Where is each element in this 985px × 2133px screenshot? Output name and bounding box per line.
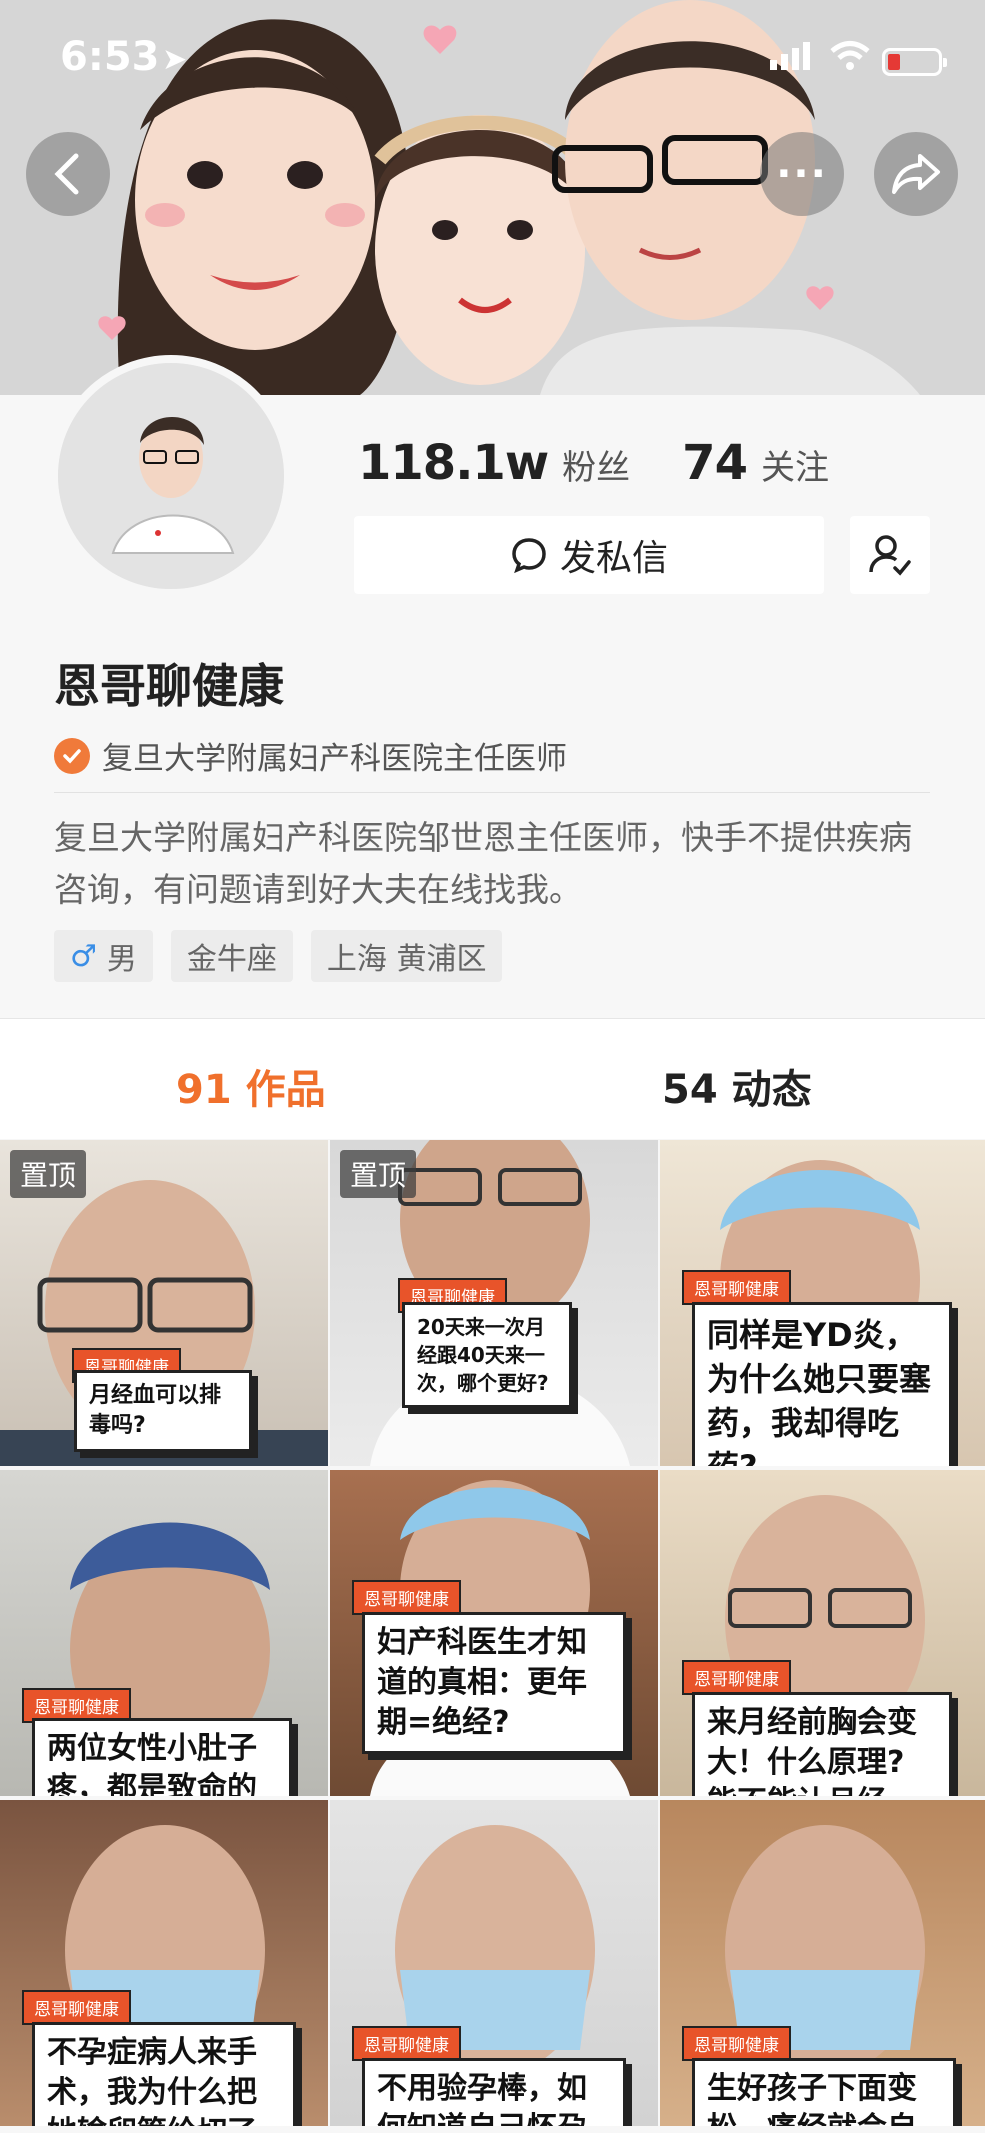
posts-count: 54 (662, 1067, 718, 1113)
share-button[interactable] (874, 132, 958, 216)
gender-label: 男 (106, 942, 137, 977)
channel-ribbon: 恩哥聊健康 (352, 1580, 461, 1615)
wifi-icon (830, 41, 870, 70)
channel-ribbon: 恩哥聊健康 (682, 1270, 791, 1305)
profile-stats: 118.1w 粉丝 74 关注 (358, 435, 881, 491)
channel-ribbon: 恩哥聊健康 (682, 1660, 791, 1695)
verification-row: 复旦大学附属妇产科医院主任医师 (54, 733, 567, 778)
profile-page: 6:53 ➤ ··· 118.1w 粉丝 74 关注 发私信 恩哥聊健康 复旦大… (0, 0, 985, 2133)
share-icon (892, 154, 940, 194)
video-title: 不孕症病人来手术，我为什么把她输卵管给切了 (32, 2022, 296, 2126)
pinned-badge: 置顶 (10, 1150, 87, 1198)
video-title: 同样是YD炎，为什么她只要塞药，我却得吃药? (692, 1302, 952, 1466)
status-time: 6:53 (60, 34, 160, 80)
video-thumbnail[interactable]: 恩哥聊健康 两位女性小肚子疼，都是致命的 (0, 1470, 328, 1796)
verified-icon (54, 737, 90, 774)
more-button[interactable]: ··· (760, 132, 844, 216)
back-button[interactable] (26, 132, 110, 216)
video-title: 月经血可以排毒吗? (74, 1370, 252, 1452)
profile-name: 恩哥聊健康 (54, 659, 284, 713)
avatar[interactable] (50, 355, 292, 597)
video-thumbnail[interactable]: 恩哥聊健康 生好孩子下面变松，痛经就会自 (660, 1800, 985, 2126)
cellular-signal-icon (770, 42, 810, 70)
works-label: 作品 (245, 1067, 326, 1113)
followers-label[interactable]: 粉丝 (562, 440, 630, 489)
video-title: 两位女性小肚子疼，都是致命的 (32, 1718, 292, 1796)
send-message-label: 发私信 (559, 538, 668, 579)
posts-label: 动态 (731, 1067, 812, 1113)
gender-tag: ♂ 男 (54, 930, 153, 982)
chevron-left-icon (54, 153, 79, 195)
channel-ribbon: 恩哥聊健康 (352, 2026, 461, 2061)
video-thumbnail[interactable]: 恩哥聊健康 妇产科医生才知道的真相：更年期=绝经? (330, 1470, 658, 1796)
profile-bio: 复旦大学附属妇产科医院邹世恩主任医师，快手不提供疾病咨询，有问题请到好大夫在线找… (54, 818, 912, 909)
content-tabs: 91 作品 54 动态 (0, 1019, 985, 1139)
video-title: 20天来一次月经跟40天来一次，哪个更好? (402, 1302, 572, 1408)
divider (54, 792, 930, 793)
tab-works[interactable]: 91 作品 (176, 1057, 326, 1115)
video-thumbnail[interactable]: 置顶 恩哥聊健康 月经血可以排毒吗? (0, 1140, 328, 1466)
video-thumbnail[interactable]: 恩哥聊健康 不用验孕棒，如何知道自己怀孕 (330, 1800, 658, 2126)
works-count: 91 (176, 1067, 232, 1113)
location-tag: 上海 黄浦区 (310, 930, 503, 982)
video-thumbnail[interactable]: 恩哥聊健康 同样是YD炎，为什么她只要塞药，我却得吃药? (660, 1140, 985, 1466)
battery-icon (882, 48, 947, 76)
status-bar: 6:53 ➤ (0, 28, 985, 88)
send-message-button[interactable]: 发私信 (354, 516, 824, 594)
following-count[interactable]: 74 (682, 435, 748, 491)
followers-count[interactable]: 118.1w (358, 435, 549, 491)
verification-text: 复旦大学附属妇产科医院主任医师 (102, 741, 567, 777)
profile-tags: ♂ 男 金牛座 上海 黄浦区 (54, 930, 520, 982)
male-icon: ♂ (70, 938, 97, 974)
chat-bubble-icon (512, 538, 546, 574)
video-thumbnail[interactable]: 恩哥聊健康 不孕症病人来手术，我为什么把她输卵管给切了 (0, 1800, 328, 2126)
video-thumbnail[interactable]: 恩哥聊健康 来月经前胸会变大！什么原理? 能不能让月经 (660, 1470, 985, 1796)
user-check-icon (869, 535, 911, 576)
avatar-illustration (58, 363, 284, 589)
channel-ribbon: 恩哥聊健康 (22, 1990, 131, 2025)
zodiac-tag: 金牛座 (170, 930, 293, 982)
video-title: 不用验孕棒，如何知道自己怀孕 (362, 2058, 626, 2126)
tab-posts[interactable]: 54 动态 (662, 1057, 812, 1115)
video-thumbnail[interactable]: 置顶 恩哥聊健康 20天来一次月经跟40天来一次，哪个更好? (330, 1140, 658, 1466)
location-arrow-icon: ➤ (162, 42, 188, 77)
pinned-badge: 置顶 (340, 1150, 417, 1198)
follow-button[interactable] (850, 516, 930, 594)
video-title: 妇产科医生才知道的真相：更年期=绝经? (362, 1612, 626, 1754)
video-title: 生好孩子下面变松，痛经就会自 (692, 2058, 956, 2126)
channel-ribbon: 恩哥聊健康 (682, 2026, 791, 2061)
video-title: 来月经前胸会变大！什么原理? 能不能让月经 (692, 1692, 952, 1796)
following-label[interactable]: 关注 (761, 440, 829, 489)
